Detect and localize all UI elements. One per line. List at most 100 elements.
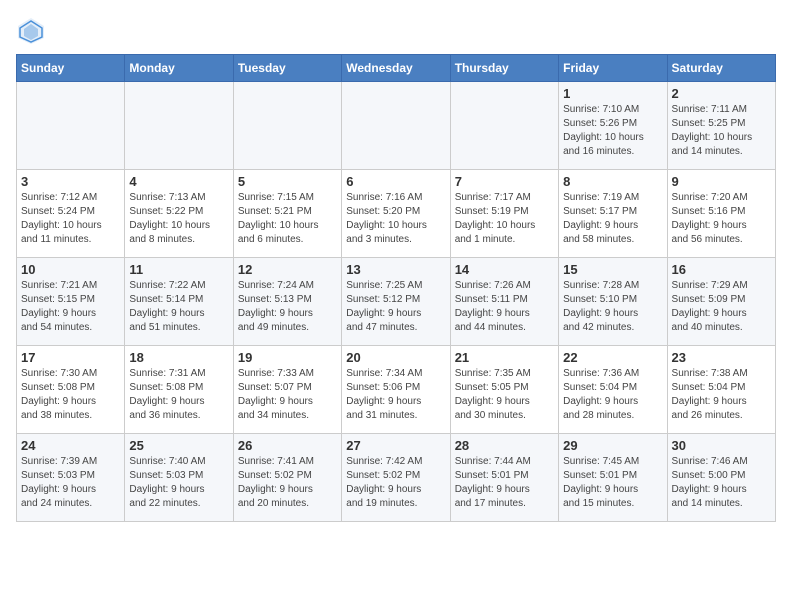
day-number: 23 [672,350,771,365]
day-info: Sunrise: 7:19 AM Sunset: 5:17 PM Dayligh… [563,191,662,247]
calendar-cell: 25 Sunrise: 7:40 AM Sunset: 5:03 PM Dayli… [125,434,233,522]
day-number: 17 [21,350,120,365]
day-info: Sunrise: 7:31 AM Sunset: 5:08 PM Dayligh… [129,367,228,423]
day-number: 11 [129,262,228,277]
day-number: 19 [238,350,337,365]
day-info: Sunrise: 7:16 AM Sunset: 5:20 PM Dayligh… [346,191,445,247]
day-info: Sunrise: 7:15 AM Sunset: 5:21 PM Dayligh… [238,191,337,247]
day-info: Sunrise: 7:40 AM Sunset: 5:03 PM Dayligh… [129,455,228,511]
day-number: 30 [672,438,771,453]
day-number: 20 [346,350,445,365]
day-info: Sunrise: 7:12 AM Sunset: 5:24 PM Dayligh… [21,191,120,247]
day-info: Sunrise: 7:33 AM Sunset: 5:07 PM Dayligh… [238,367,337,423]
calendar-cell [125,82,233,170]
day-number: 24 [21,438,120,453]
day-number: 21 [455,350,554,365]
day-info: Sunrise: 7:44 AM Sunset: 5:01 PM Dayligh… [455,455,554,511]
day-info: Sunrise: 7:41 AM Sunset: 5:02 PM Dayligh… [238,455,337,511]
calendar-cell: 13 Sunrise: 7:25 AM Sunset: 5:12 PM Dayli… [342,258,450,346]
calendar-cell: 30 Sunrise: 7:46 AM Sunset: 5:00 PM Dayli… [667,434,775,522]
day-info: Sunrise: 7:36 AM Sunset: 5:04 PM Dayligh… [563,367,662,423]
calendar-cell: 27 Sunrise: 7:42 AM Sunset: 5:02 PM Dayli… [342,434,450,522]
day-info: Sunrise: 7:42 AM Sunset: 5:02 PM Dayligh… [346,455,445,511]
calendar-cell: 10 Sunrise: 7:21 AM Sunset: 5:15 PM Dayli… [17,258,125,346]
day-number: 10 [21,262,120,277]
calendar-cell: 11 Sunrise: 7:22 AM Sunset: 5:14 PM Dayli… [125,258,233,346]
day-number: 28 [455,438,554,453]
calendar-cell: 19 Sunrise: 7:33 AM Sunset: 5:07 PM Dayli… [233,346,341,434]
day-number: 26 [238,438,337,453]
day-number: 29 [563,438,662,453]
column-header-monday: Monday [125,55,233,82]
calendar-cell [17,82,125,170]
day-number: 12 [238,262,337,277]
calendar-cell: 2Sunrise: 7:11 AM Sunset: 5:25 PM Daylig… [667,82,775,170]
calendar-cell: 28 Sunrise: 7:44 AM Sunset: 5:01 PM Dayli… [450,434,558,522]
calendar-cell: 16Sunrise: 7:29 AM Sunset: 5:09 PM Dayli… [667,258,775,346]
calendar-week-1: 1 Sunrise: 7:10 AM Sunset: 5:26 PM Daylig… [17,82,776,170]
calendar-week-3: 10 Sunrise: 7:21 AM Sunset: 5:15 PM Dayli… [17,258,776,346]
calendar-week-2: 3 Sunrise: 7:12 AM Sunset: 5:24 PM Daylig… [17,170,776,258]
calendar-cell: 17 Sunrise: 7:30 AM Sunset: 5:08 PM Dayli… [17,346,125,434]
calendar-cell: 24 Sunrise: 7:39 AM Sunset: 5:03 PM Dayli… [17,434,125,522]
calendar-cell: 8 Sunrise: 7:19 AM Sunset: 5:17 PM Daylig… [559,170,667,258]
day-info: Sunrise: 7:22 AM Sunset: 5:14 PM Dayligh… [129,279,228,335]
day-info: Sunrise: 7:29 AM Sunset: 5:09 PM Dayligh… [672,279,771,335]
day-number: 13 [346,262,445,277]
calendar-cell: 18 Sunrise: 7:31 AM Sunset: 5:08 PM Dayli… [125,346,233,434]
calendar-cell: 20 Sunrise: 7:34 AM Sunset: 5:06 PM Dayli… [342,346,450,434]
calendar-cell: 23Sunrise: 7:38 AM Sunset: 5:04 PM Dayli… [667,346,775,434]
day-info: Sunrise: 7:30 AM Sunset: 5:08 PM Dayligh… [21,367,120,423]
day-number: 1 [563,86,662,101]
day-info: Sunrise: 7:28 AM Sunset: 5:10 PM Dayligh… [563,279,662,335]
calendar-cell: 7 Sunrise: 7:17 AM Sunset: 5:19 PM Daylig… [450,170,558,258]
calendar-cell [233,82,341,170]
header [16,16,776,46]
day-info: Sunrise: 7:39 AM Sunset: 5:03 PM Dayligh… [21,455,120,511]
column-header-saturday: Saturday [667,55,775,82]
day-info: Sunrise: 7:17 AM Sunset: 5:19 PM Dayligh… [455,191,554,247]
calendar-cell: 29 Sunrise: 7:45 AM Sunset: 5:01 PM Dayli… [559,434,667,522]
day-info: Sunrise: 7:34 AM Sunset: 5:06 PM Dayligh… [346,367,445,423]
day-number: 3 [21,174,120,189]
day-number: 27 [346,438,445,453]
calendar-cell: 15 Sunrise: 7:28 AM Sunset: 5:10 PM Dayli… [559,258,667,346]
logo-icon [16,16,46,46]
logo [16,16,50,46]
day-info: Sunrise: 7:25 AM Sunset: 5:12 PM Dayligh… [346,279,445,335]
column-header-sunday: Sunday [17,55,125,82]
day-info: Sunrise: 7:20 AM Sunset: 5:16 PM Dayligh… [672,191,771,247]
day-number: 18 [129,350,228,365]
column-header-wednesday: Wednesday [342,55,450,82]
day-info: Sunrise: 7:35 AM Sunset: 5:05 PM Dayligh… [455,367,554,423]
day-number: 14 [455,262,554,277]
day-number: 15 [563,262,662,277]
day-info: Sunrise: 7:13 AM Sunset: 5:22 PM Dayligh… [129,191,228,247]
day-info: Sunrise: 7:24 AM Sunset: 5:13 PM Dayligh… [238,279,337,335]
calendar-cell: 4Sunrise: 7:13 AM Sunset: 5:22 PM Daylig… [125,170,233,258]
day-number: 8 [563,174,662,189]
calendar-cell: 21 Sunrise: 7:35 AM Sunset: 5:05 PM Dayli… [450,346,558,434]
calendar-cell: 26 Sunrise: 7:41 AM Sunset: 5:02 PM Dayli… [233,434,341,522]
calendar-cell: 3 Sunrise: 7:12 AM Sunset: 5:24 PM Daylig… [17,170,125,258]
day-info: Sunrise: 7:46 AM Sunset: 5:00 PM Dayligh… [672,455,771,511]
calendar-cell [342,82,450,170]
day-info: Sunrise: 7:21 AM Sunset: 5:15 PM Dayligh… [21,279,120,335]
day-number: 7 [455,174,554,189]
calendar-header-row: SundayMondayTuesdayWednesdayThursdayFrid… [17,55,776,82]
day-number: 25 [129,438,228,453]
day-number: 6 [346,174,445,189]
column-header-thursday: Thursday [450,55,558,82]
column-header-tuesday: Tuesday [233,55,341,82]
day-info: Sunrise: 7:45 AM Sunset: 5:01 PM Dayligh… [563,455,662,511]
calendar-cell: 1 Sunrise: 7:10 AM Sunset: 5:26 PM Daylig… [559,82,667,170]
calendar-cell: 14Sunrise: 7:26 AM Sunset: 5:11 PM Dayli… [450,258,558,346]
column-header-friday: Friday [559,55,667,82]
calendar-cell: 5Sunrise: 7:15 AM Sunset: 5:21 PM Daylig… [233,170,341,258]
day-number: 9 [672,174,771,189]
calendar: SundayMondayTuesdayWednesdayThursdayFrid… [16,54,776,522]
day-number: 2 [672,86,771,101]
calendar-cell: 9 Sunrise: 7:20 AM Sunset: 5:16 PM Daylig… [667,170,775,258]
day-info: Sunrise: 7:10 AM Sunset: 5:26 PM Dayligh… [563,103,662,159]
calendar-cell: 6 Sunrise: 7:16 AM Sunset: 5:20 PM Daylig… [342,170,450,258]
